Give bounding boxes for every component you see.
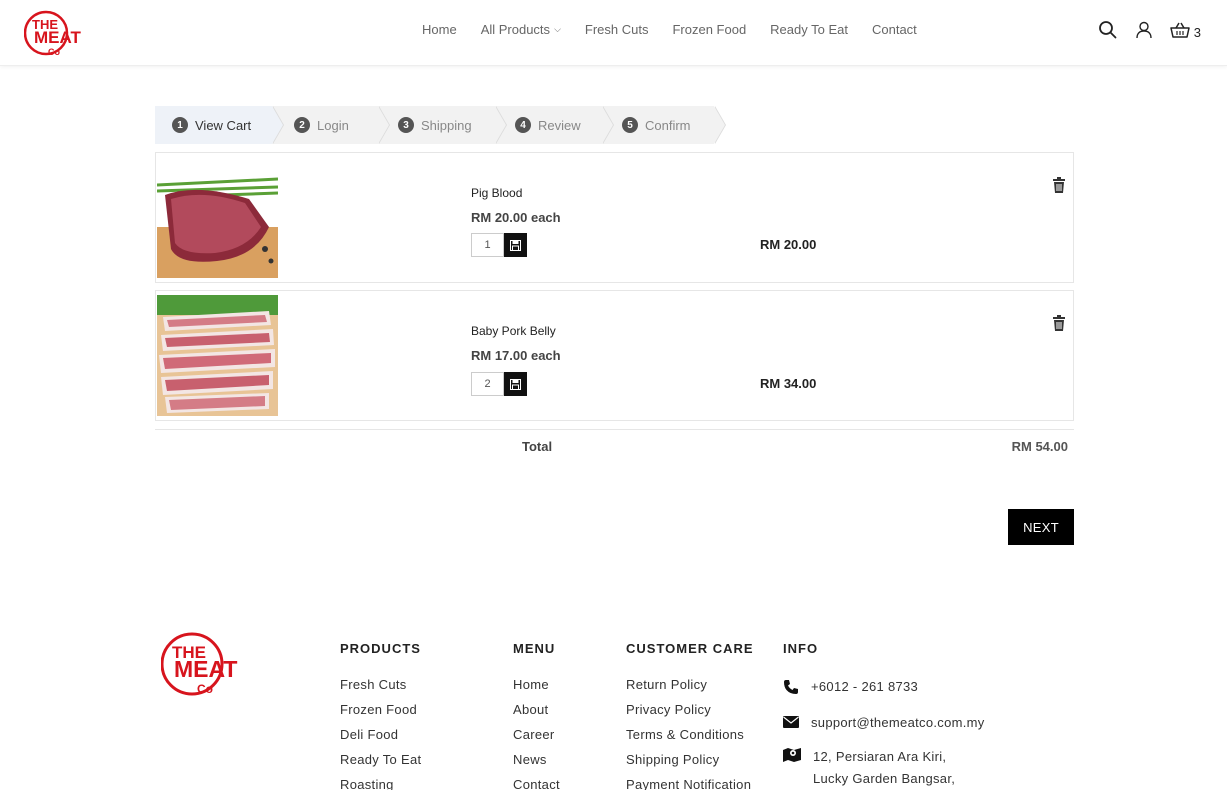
chevron-down-icon: ⌵ (554, 24, 561, 34)
address-line: Lucky Garden Bangsar, (813, 771, 956, 786)
unit-price: RM 20.00 each (471, 210, 561, 225)
logo-text-co: Co (48, 47, 60, 57)
save-quantity-button[interactable] (504, 372, 527, 396)
nav-home[interactable]: Home (422, 22, 457, 37)
nav-fresh-cuts-label: Fresh Cuts (584, 22, 649, 37)
nav-home-label: Home (422, 22, 457, 37)
footer-heading: MENU (513, 641, 556, 656)
cart-total-row: Total RM 54.00 (155, 429, 1074, 461)
footer-heading: PRODUCTS (340, 641, 421, 656)
map-marker-icon (783, 748, 801, 762)
footer-link[interactable]: Frozen Food (340, 702, 421, 727)
footer-link[interactable]: Fresh Cuts (340, 677, 421, 702)
step-confirm[interactable]: 5 Confirm (602, 106, 726, 144)
footer-link[interactable]: Terms & Conditions (626, 727, 754, 752)
footer-link[interactable]: Ready To Eat (340, 752, 421, 777)
header-actions: 3 (1082, 20, 1201, 40)
product-image-pig-blood[interactable] (157, 157, 278, 278)
product-name[interactable]: Pig Blood (471, 186, 522, 200)
trash-icon[interactable] (1052, 315, 1066, 331)
step-number: 1 (172, 117, 188, 133)
user-icon[interactable] (1134, 20, 1154, 40)
step-label: View Cart (195, 117, 252, 133)
save-quantity-button[interactable] (504, 233, 527, 257)
total-value: RM 54.00 (1011, 439, 1068, 454)
footer-link[interactable]: About (513, 702, 560, 727)
trash-icon[interactable] (1052, 177, 1066, 193)
nav-contact-label: Contact (871, 22, 917, 37)
nav-all-products[interactable]: All Products ⌵ (481, 22, 561, 37)
footer-link[interactable]: Home (513, 677, 560, 702)
footer-info-column: INFO (783, 641, 818, 677)
footer-heading: CUSTOMER CARE (626, 641, 754, 656)
cart-count-badge: 3 (1193, 24, 1201, 40)
footer-logo-text-co: Co (197, 682, 213, 696)
floppy-disk-icon (510, 239, 521, 251)
footer-customer-care-column: CUSTOMER CARE Return Policy Privacy Poli… (626, 641, 754, 790)
checkout-steps: 1 View Cart 2 Login 3 Shipping 4 Review … (155, 106, 726, 144)
product-name[interactable]: Baby Pork Belly (471, 324, 556, 338)
envelope-icon (783, 716, 799, 728)
footer-link[interactable]: Shipping Policy (626, 752, 754, 777)
floppy-disk-icon (510, 378, 521, 390)
unit-price: RM 17.00 each (471, 348, 561, 363)
cart-item: Pig Blood RM 20.00 each 1 RM 20.00 (155, 152, 1074, 283)
logo-text-meat: MEAT (34, 28, 82, 47)
step-label: Shipping (421, 117, 472, 133)
address-line: 12, Persiaran Ara Kiri, (813, 749, 947, 764)
search-icon[interactable] (1098, 20, 1118, 40)
footer-logo-text-meat: MEAT (174, 656, 237, 682)
step-review[interactable]: 4 Review (495, 106, 614, 144)
nav-ready-to-eat[interactable]: Ready To Eat (770, 22, 848, 37)
footer-heading: INFO (783, 641, 819, 656)
step-login[interactable]: 2 Login (272, 106, 390, 144)
quantity-input[interactable]: 2 (471, 372, 504, 396)
nav-all-products-label: All Products (480, 22, 551, 37)
line-total: RM 20.00 (760, 237, 817, 252)
step-shipping[interactable]: 3 Shipping (378, 106, 507, 144)
site-header: THE MEAT Co Home All Products ⌵ Fresh Cut… (0, 0, 1227, 66)
cart-item: Baby Pork Belly RM 17.00 each 2 RM 34.00 (155, 290, 1074, 421)
nav-contact[interactable]: Contact (872, 22, 917, 37)
footer-link[interactable]: Privacy Policy (626, 702, 754, 727)
footer-link[interactable]: Career (513, 727, 560, 752)
email-text: support@themeatco.com.my (811, 715, 985, 730)
footer-link[interactable]: News (513, 752, 560, 777)
quantity-input[interactable]: 1 (471, 233, 504, 257)
phone-icon (784, 680, 798, 694)
product-image-baby-pork-belly[interactable] (157, 295, 278, 416)
nav-frozen-food[interactable]: Frozen Food (672, 22, 746, 37)
step-number: 3 (398, 117, 414, 133)
footer-products-column: PRODUCTS Fresh Cuts Frozen Food Deli Foo… (340, 641, 421, 790)
footer-link[interactable]: Roasting (340, 777, 421, 790)
footer-email[interactable]: support@themeatco.com.my (783, 715, 985, 730)
nav-frozen-food-label: Frozen Food (672, 22, 747, 37)
step-number: 5 (622, 117, 638, 133)
nav-ready-to-eat-label: Ready To Eat (770, 22, 848, 37)
line-total: RM 34.00 (760, 376, 817, 391)
phone-text: +6012 - 261 8733 (811, 679, 919, 694)
step-label: Review (538, 117, 581, 133)
step-number: 4 (515, 117, 531, 133)
footer-address: 12, Persiaran Ara Kiri, Lucky Garden Ban… (783, 746, 955, 790)
footer-meatco-logo[interactable]: THE MEAT Co (161, 630, 261, 700)
footer-link[interactable]: Payment Notification (626, 777, 754, 790)
basket-icon[interactable] (1170, 20, 1190, 40)
next-button[interactable]: NEXT (1008, 509, 1074, 545)
nav-fresh-cuts[interactable]: Fresh Cuts (585, 22, 649, 37)
footer-link[interactable]: Contact (513, 777, 560, 790)
step-label: Login (317, 117, 349, 133)
main-nav: Home All Products ⌵ Fresh Cuts Frozen Foo… (422, 22, 941, 37)
step-view-cart[interactable]: 1 View Cart (155, 106, 284, 144)
step-number: 2 (294, 117, 310, 133)
step-label: Confirm (645, 117, 691, 133)
footer-phone[interactable]: +6012 - 261 8733 (783, 679, 918, 695)
footer-link[interactable]: Return Policy (626, 677, 754, 702)
meatco-logo[interactable]: THE MEAT Co (24, 8, 100, 58)
footer-link[interactable]: Deli Food (340, 727, 421, 752)
footer-menu-column: MENU Home About Career News Contact (513, 641, 560, 790)
total-label: Total (522, 439, 553, 454)
